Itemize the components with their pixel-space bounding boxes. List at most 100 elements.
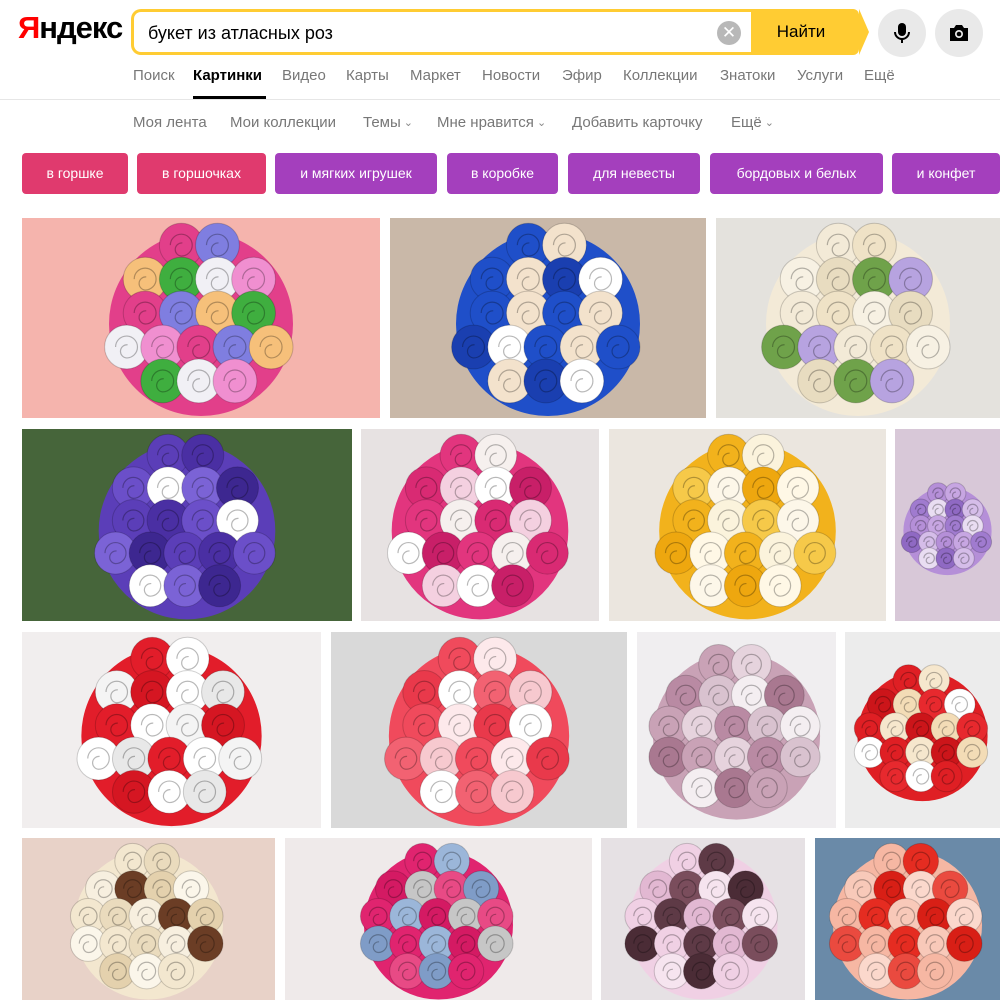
rose — [212, 358, 258, 404]
rose — [198, 564, 242, 608]
image-search-button[interactable] — [935, 9, 983, 57]
rose — [970, 531, 993, 554]
image-result[interactable] — [22, 632, 321, 828]
image-result[interactable] — [637, 632, 836, 828]
rose — [741, 925, 779, 962]
subnav-my-feed[interactable]: Моя лента — [133, 113, 207, 133]
bouquet-image — [815, 838, 1000, 1000]
image-result[interactable] — [895, 429, 1000, 621]
bouquet-image — [331, 632, 627, 828]
chevron-down-icon: ⌄ — [764, 117, 774, 129]
rose — [182, 769, 227, 814]
subnav-likes[interactable]: Мне нравится ⌄ — [437, 113, 546, 133]
subnav-more[interactable]: Ещё ⌄ — [731, 113, 774, 133]
camera-icon — [950, 25, 968, 41]
logo-first-letter: Я — [18, 10, 40, 45]
microphone-icon — [894, 23, 910, 43]
related-tag[interactable]: для невесты — [568, 153, 700, 194]
nav-item-collections[interactable]: Коллекции — [623, 66, 698, 86]
nav-item-market[interactable]: Маркет — [410, 66, 461, 86]
image-result[interactable] — [331, 632, 627, 828]
bouquet-image — [895, 429, 1000, 621]
bouquet-image — [22, 429, 352, 621]
related-tag[interactable]: в горшке — [22, 153, 128, 194]
rose — [490, 769, 535, 814]
bouquet-image — [22, 838, 275, 1000]
rose — [525, 531, 569, 575]
nav-item-efir[interactable]: Эфир — [562, 66, 602, 86]
clear-icon[interactable]: ✕ — [717, 21, 741, 45]
image-result[interactable] — [22, 838, 275, 1000]
rose — [916, 952, 954, 990]
search-form: ✕ Найти — [131, 9, 869, 55]
related-tag[interactable]: в горшочках — [137, 153, 266, 194]
related-tag[interactable]: бордовых и белых — [710, 153, 883, 194]
rose — [869, 358, 915, 404]
nav-item-maps[interactable]: Карты — [346, 66, 389, 86]
nav-item-more[interactable]: Ещё — [864, 66, 895, 86]
image-result[interactable] — [390, 218, 706, 418]
rose — [946, 925, 983, 962]
rose — [232, 531, 276, 575]
rose — [218, 736, 263, 781]
nav-item-search[interactable]: Поиск — [133, 66, 175, 86]
rose — [746, 767, 788, 809]
subnav-themes[interactable]: Темы ⌄ — [363, 113, 413, 133]
find-button-label: Найти — [776, 22, 826, 41]
nav-item-news[interactable]: Новости — [482, 66, 540, 86]
image-result[interactable] — [815, 838, 1000, 1000]
subnav-more-label: Ещё — [731, 114, 762, 131]
rose — [952, 547, 975, 570]
subnav-my-feed-label: Моя лента — [133, 114, 207, 131]
rose — [559, 358, 605, 404]
rose — [447, 952, 485, 990]
rose — [779, 736, 821, 778]
chevron-down-icon: ⌄ — [536, 117, 547, 129]
image-result[interactable] — [361, 429, 599, 621]
nav-item-services[interactable]: Услуги — [797, 66, 843, 86]
subnav-add-card[interactable]: Добавить карточку — [572, 113, 702, 133]
nav-item-images[interactable]: Картинки — [193, 66, 262, 86]
related-tag[interactable]: и мягких игрушек — [275, 153, 437, 194]
image-result[interactable] — [716, 218, 1000, 418]
image-result[interactable] — [601, 838, 805, 1000]
image-result[interactable] — [609, 429, 886, 621]
chevron-down-icon: ⌄ — [403, 117, 413, 129]
nav-item-video[interactable]: Видео — [282, 66, 326, 86]
bouquet-image — [285, 838, 592, 1000]
rose — [712, 952, 749, 990]
rose — [930, 760, 963, 793]
search-input[interactable] — [148, 21, 708, 45]
subnav-themes-label: Темы — [363, 114, 401, 131]
header-divider — [0, 99, 1000, 100]
bouquet-image — [361, 429, 599, 621]
voice-search-button[interactable] — [878, 9, 926, 57]
find-button[interactable]: Найти — [751, 9, 869, 55]
nav-item-znatoki[interactable]: Знатоки — [720, 66, 775, 86]
subnav-my-collections-label: Мои коллекции — [230, 114, 337, 131]
image-result[interactable] — [285, 838, 592, 1000]
yandex-logo[interactable]: Яндекс — [18, 10, 123, 45]
rose — [758, 564, 802, 608]
bouquet-image — [845, 632, 1000, 828]
logo-rest: ндекс — [39, 10, 123, 45]
image-result[interactable] — [845, 632, 1000, 828]
image-result[interactable] — [22, 218, 380, 418]
bouquet-image — [22, 218, 380, 418]
bouquet-image — [716, 218, 1000, 418]
bouquet-image — [609, 429, 886, 621]
rose — [956, 736, 989, 769]
related-tags: в горшке в горшочках и мягких игрушек в … — [22, 153, 1000, 195]
related-tag[interactable]: в коробке — [447, 153, 558, 194]
rose — [187, 925, 224, 962]
rose — [905, 324, 951, 370]
bouquet-image — [390, 218, 706, 418]
related-tag[interactable]: и конфет — [892, 153, 1000, 194]
subnav-my-collections[interactable]: Мои коллекции — [230, 113, 336, 133]
rose — [793, 531, 837, 575]
search-field-wrapper: ✕ — [131, 9, 753, 55]
bouquet-image — [22, 632, 321, 828]
rose — [248, 324, 294, 370]
image-result[interactable] — [22, 429, 352, 621]
rose — [157, 952, 195, 990]
